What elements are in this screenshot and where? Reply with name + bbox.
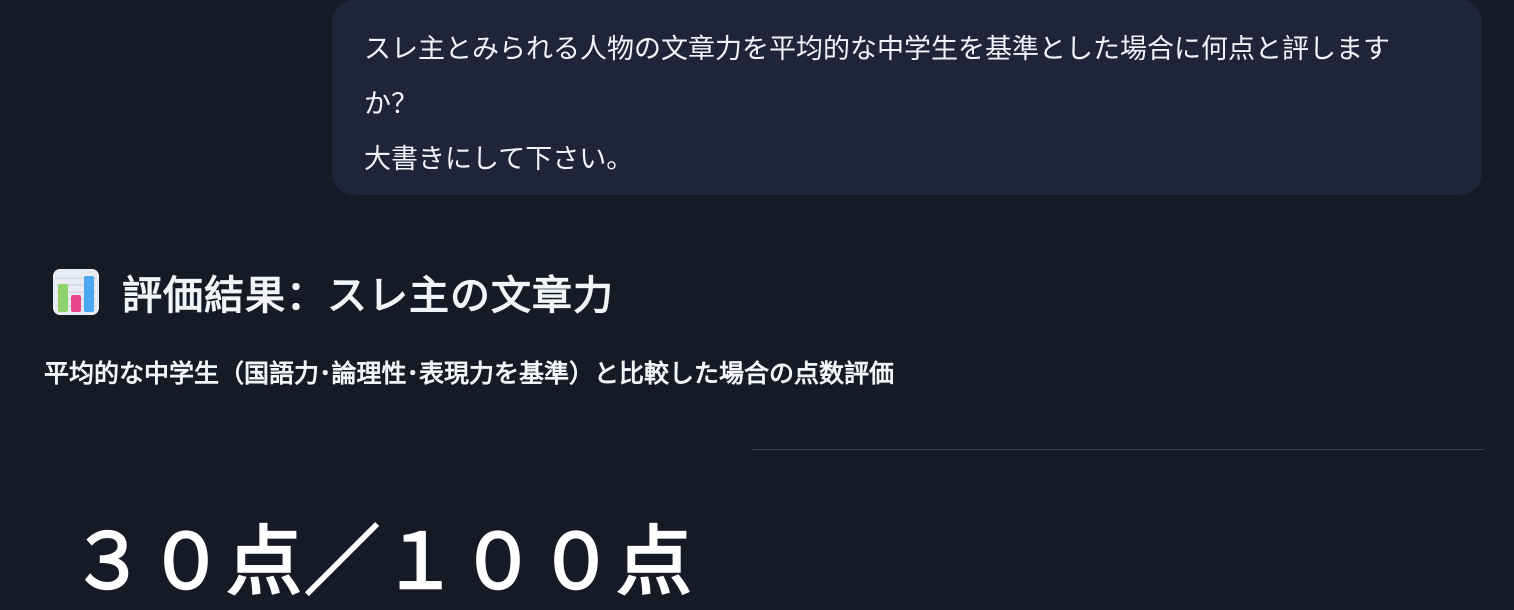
user-message-bubble: スレ主とみられる人物の文章力を平均的な中学生を基準とした場合に何点と評します か… xyxy=(332,0,1482,195)
response-subtitle: 平均的な中学生（国語力･論理性･表現力を基準）と比較した場合の点数評価 xyxy=(44,359,895,388)
bar-chart-emoji-icon xyxy=(53,269,99,315)
user-message-line-1: スレ主とみられる人物の文章力を平均的な中学生を基準とした場合に何点と評します xyxy=(364,34,1390,65)
response-title: 評価結果：スレ主の文章力 xyxy=(122,273,614,319)
user-message-line-3: 大書きにして下さい。 xyxy=(364,144,634,175)
user-message-line-2: か？ xyxy=(364,89,418,120)
response-heading: 評価結果：スレ主の文章力 xyxy=(52,262,614,322)
score-text: ３０点／１００点 xyxy=(70,517,694,606)
divider xyxy=(752,449,1484,450)
